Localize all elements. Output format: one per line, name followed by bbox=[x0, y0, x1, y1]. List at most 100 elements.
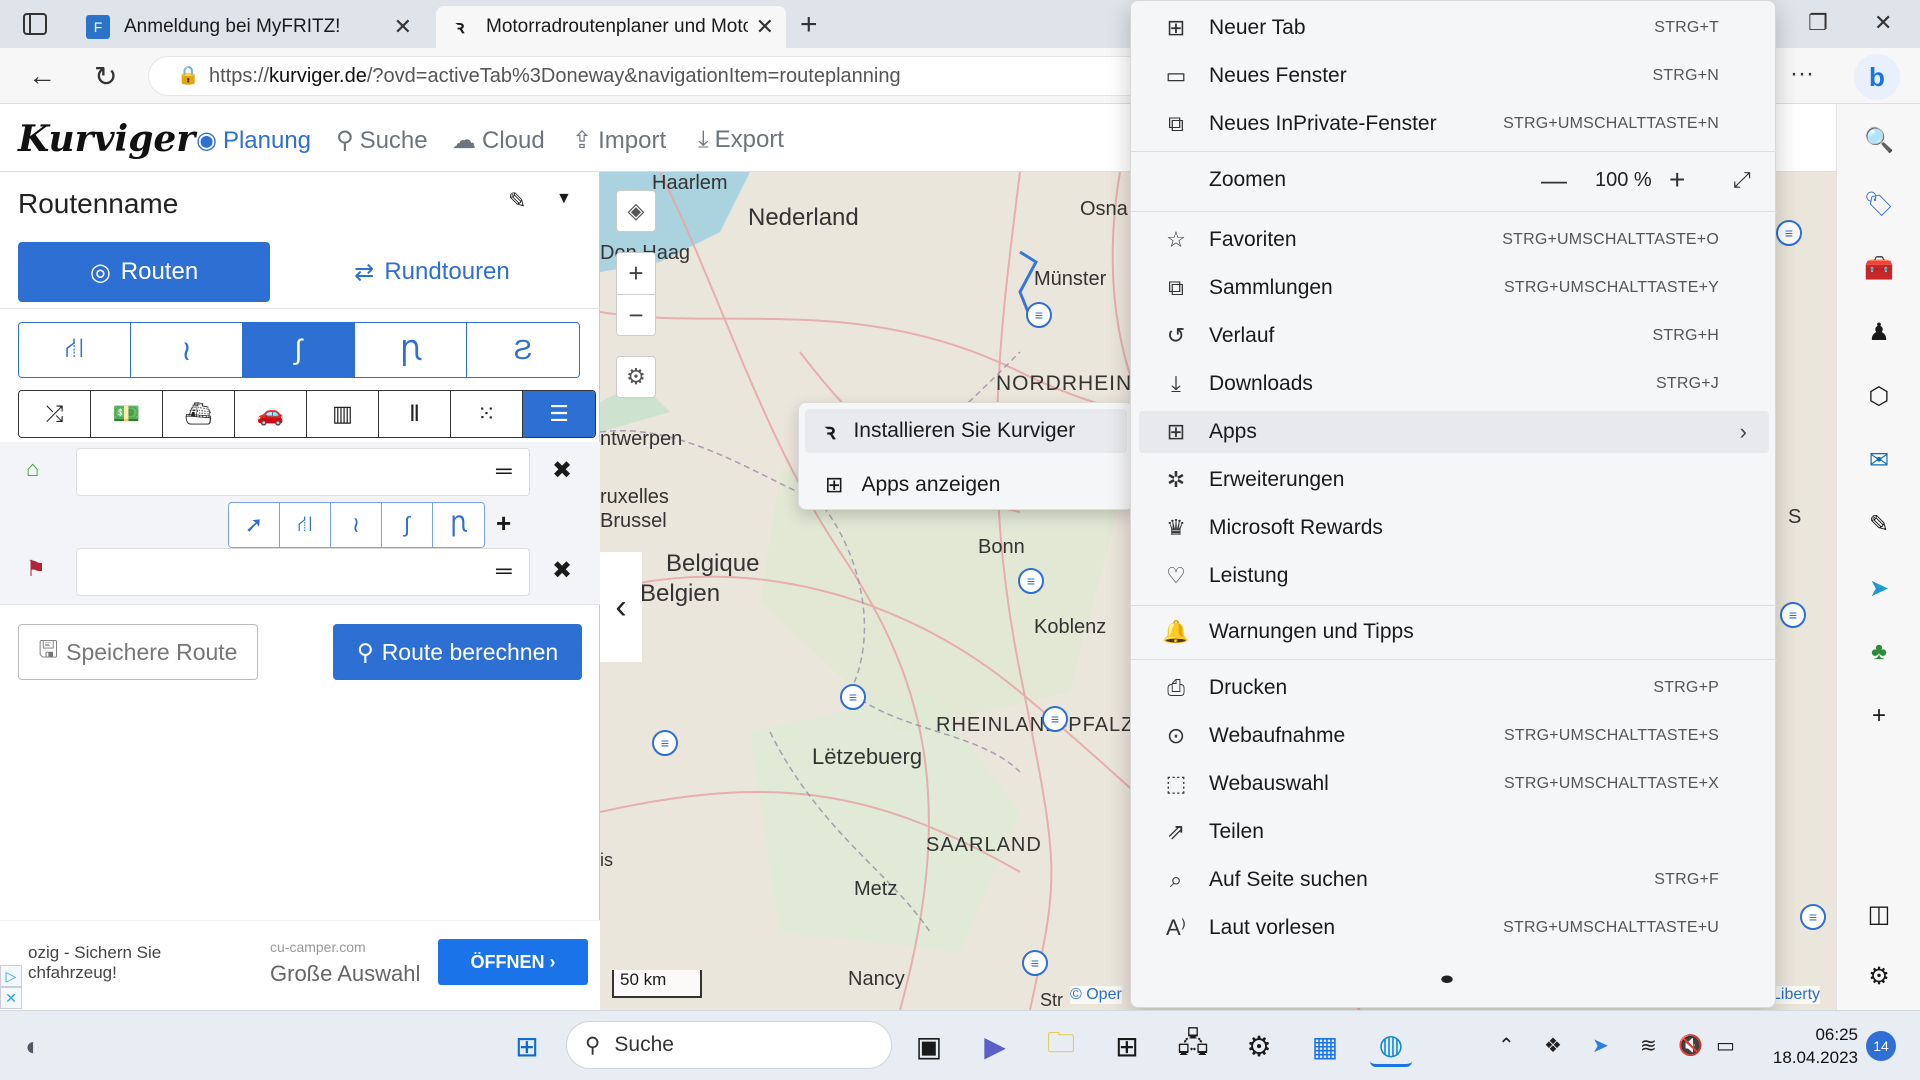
calculator-icon[interactable]: ▦ bbox=[1304, 1025, 1346, 1067]
new-tab-icon[interactable]: + bbox=[800, 8, 818, 42]
menu-item-web-capture[interactable]: ⊙ Webaufnahme STRG+UMSCHALTTASTE+S bbox=[1139, 715, 1769, 757]
zoom-out-icon[interactable]: − bbox=[617, 295, 655, 336]
remove-destination-icon[interactable]: ✖ bbox=[552, 556, 572, 585]
unpaved-icon[interactable]: ⁙ bbox=[451, 391, 523, 437]
car-icon[interactable]: 🚗 bbox=[235, 391, 307, 437]
adchoices-icon[interactable]: ▷ bbox=[0, 965, 22, 987]
toolbox-icon[interactable]: 🧰 bbox=[1863, 252, 1895, 284]
sidebar-toggle-icon[interactable]: ◫ bbox=[1863, 898, 1895, 930]
restore-window-icon[interactable]: ❐ bbox=[1808, 10, 1828, 36]
drag-handle-icon[interactable]: ═ bbox=[496, 458, 512, 484]
sliders-icon[interactable]: ☰ bbox=[523, 391, 595, 437]
edge-icon[interactable]: ◍ bbox=[1370, 1025, 1412, 1067]
taskbar-search[interactable]: ⚲ Suche bbox=[566, 1021, 892, 1069]
close-tab-icon[interactable]: ✕ bbox=[394, 14, 412, 40]
curvy-3-icon[interactable]: Ꞃ bbox=[433, 503, 484, 547]
map-attribution-right[interactable]: Liberty bbox=[1772, 986, 1821, 1004]
start-input[interactable] bbox=[76, 448, 530, 496]
zoom-in-icon[interactable]: + bbox=[617, 253, 655, 295]
menu-item-share[interactable]: ⇗ Teilen bbox=[1139, 811, 1769, 853]
map-marker-icon[interactable]: ≡ bbox=[1026, 302, 1052, 328]
menu-item-print[interactable]: ⎙ Drucken STRG+P bbox=[1139, 667, 1769, 709]
scroll-down-icon[interactable]: ⬬ bbox=[1441, 971, 1453, 988]
edit-icon[interactable]: ✎ bbox=[508, 188, 526, 214]
search-icon[interactable]: 🔍 bbox=[1863, 124, 1895, 156]
highway-icon[interactable]: ⛙ bbox=[19, 323, 131, 377]
map-marker-icon[interactable]: ≡ bbox=[840, 684, 866, 710]
teams-icon[interactable]: ▶ bbox=[974, 1025, 1016, 1067]
nav-planung[interactable]: ◉ Planung bbox=[196, 126, 311, 155]
menu-item-inprivate[interactable]: ⧉ Neues InPrivate-Fenster STRG+UMSCHALTTAS… bbox=[1139, 103, 1769, 145]
menu-item-extensions[interactable]: ✲ Erweiterungen bbox=[1139, 459, 1769, 501]
add-waypoint-icon[interactable]: + bbox=[496, 508, 511, 539]
menu-item-new-window[interactable]: ▭ Neues Fenster STRG+N bbox=[1139, 55, 1769, 97]
menu-item-alerts[interactable]: 🔔 Warnungen und Tipps bbox=[1139, 611, 1769, 653]
curvy-2-icon[interactable]: ∫ bbox=[243, 323, 355, 377]
network-app-icon[interactable]: 🖧 bbox=[1172, 1025, 1214, 1067]
send-icon[interactable]: ➤ bbox=[1863, 572, 1895, 604]
dropbox-icon[interactable]: ❖ bbox=[1544, 1033, 1562, 1058]
routes-button[interactable]: ◎ Routen bbox=[18, 242, 270, 302]
settings-icon[interactable]: ⚙ bbox=[1863, 960, 1895, 992]
tunnel-icon[interactable]: ▥ bbox=[307, 391, 379, 437]
remove-start-icon[interactable]: ✖ bbox=[552, 456, 572, 485]
nav-suche[interactable]: ⚲ Suche bbox=[336, 126, 428, 155]
map-marker-icon[interactable]: ≡ bbox=[1018, 568, 1044, 594]
zoom-in-icon[interactable]: + bbox=[1669, 164, 1685, 196]
wifi-icon[interactable]: ≋ bbox=[1640, 1033, 1657, 1058]
menu-item-apps[interactable]: ⊞ Apps › bbox=[1139, 411, 1769, 453]
menu-item-find[interactable]: ⌕ Auf Seite suchen STRG+F bbox=[1139, 859, 1769, 901]
address-bar[interactable]: 🔒 https://kurviger.de/?ovd=activeTab%3Do… bbox=[148, 56, 1148, 96]
battery-icon[interactable]: ▭ bbox=[1716, 1033, 1735, 1058]
close-ad-icon[interactable]: ✕ bbox=[0, 987, 22, 1009]
map-marker-icon[interactable]: ≡ bbox=[1780, 602, 1806, 628]
ferry-icon[interactable]: ⛴ bbox=[163, 391, 235, 437]
map-marker-icon[interactable]: ≡ bbox=[652, 730, 678, 756]
save-route-button[interactable]: 🖫 Speichere Route bbox=[18, 624, 258, 680]
notification-badge[interactable]: 14 bbox=[1866, 1031, 1896, 1061]
store-icon[interactable]: ⊞ bbox=[1106, 1025, 1148, 1067]
nav-import[interactable]: ⇪ Import bbox=[572, 126, 666, 155]
road-icon[interactable]: Ⅱ bbox=[379, 391, 451, 437]
collapse-panel-icon[interactable]: ‹ bbox=[600, 552, 642, 662]
fullscreen-icon[interactable]: ⤢ bbox=[1733, 167, 1751, 193]
settings-icon[interactable]: ⚙ bbox=[1238, 1025, 1280, 1067]
gear-icon[interactable]: ⚙ bbox=[616, 356, 656, 398]
map-marker-icon[interactable]: ≡ bbox=[1800, 904, 1826, 930]
menu-item-new-tab[interactable]: ⊞ Neuer Tab STRG+T bbox=[1139, 7, 1769, 49]
clock[interactable]: 06:25 18.04.2023 bbox=[1760, 1023, 1858, 1069]
roundtrips-button[interactable]: ⇄ Rundtouren bbox=[282, 242, 582, 302]
close-tab-icon[interactable]: ✕ bbox=[756, 14, 774, 40]
reload-icon[interactable]: ↻ bbox=[94, 60, 117, 93]
shopping-tag-icon[interactable]: 🏷 bbox=[1863, 188, 1895, 220]
curvy-4-icon[interactable]: Ƨ bbox=[467, 323, 579, 377]
calculate-route-button[interactable]: ⚲ Route berechnen bbox=[333, 624, 582, 680]
chevron-up-icon[interactable]: ⌃ bbox=[1498, 1033, 1515, 1058]
games-icon[interactable]: ♟ bbox=[1863, 316, 1895, 348]
layers-icon[interactable]: ◈ bbox=[616, 190, 656, 232]
menu-item-read-aloud[interactable]: A⁾ Laut vorlesen STRG+UMSCHALTTASTE+U bbox=[1139, 907, 1769, 949]
zoom-out-icon[interactable]: — bbox=[1541, 165, 1567, 196]
widgets-icon[interactable]: ◐ bbox=[12, 1025, 54, 1067]
nav-export[interactable]: ⤓ Export bbox=[698, 126, 784, 154]
menu-item-history[interactable]: ↺ Verlauf STRG+H bbox=[1139, 315, 1769, 357]
install-kurviger-item[interactable]: ꝛ Installieren Sie Kurviger bbox=[805, 409, 1127, 453]
drag-handle-icon[interactable]: ═ bbox=[496, 558, 512, 584]
curvy-1-icon[interactable]: ≀ bbox=[131, 323, 243, 377]
nav-cloud[interactable]: ☁ Cloud bbox=[452, 126, 545, 155]
advertisement[interactable]: ozig - Sichern Sie chfahrzeug! cu-camper.… bbox=[0, 920, 600, 1010]
menu-item-downloads[interactable]: ⤓ Downloads STRG+J bbox=[1139, 363, 1769, 405]
task-view-icon[interactable]: ▣ bbox=[908, 1025, 950, 1067]
menu-item-web-select[interactable]: ⬚ Webauswahl STRG+UMSCHALTTASTE+X bbox=[1139, 763, 1769, 805]
map-attribution[interactable]: © Oper bbox=[1070, 986, 1122, 1004]
location-icon[interactable]: ➤ bbox=[1592, 1033, 1609, 1058]
show-apps-item[interactable]: ⊞ Apps anzeigen bbox=[805, 463, 1127, 507]
direct-icon[interactable]: ➚ bbox=[229, 503, 280, 547]
chevron-down-icon[interactable]: ▼ bbox=[556, 190, 572, 208]
file-explorer-icon[interactable]: 🗀 bbox=[1040, 1025, 1082, 1067]
more-icon[interactable]: ··· bbox=[1790, 60, 1814, 88]
add-icon[interactable]: + bbox=[1863, 700, 1895, 732]
start-icon[interactable]: ⊞ bbox=[506, 1025, 548, 1067]
outlook-icon[interactable]: ✉ bbox=[1863, 444, 1895, 476]
menu-item-favorites[interactable]: ☆ Favoriten STRG+UMSCHALTTASTE+O bbox=[1139, 219, 1769, 261]
